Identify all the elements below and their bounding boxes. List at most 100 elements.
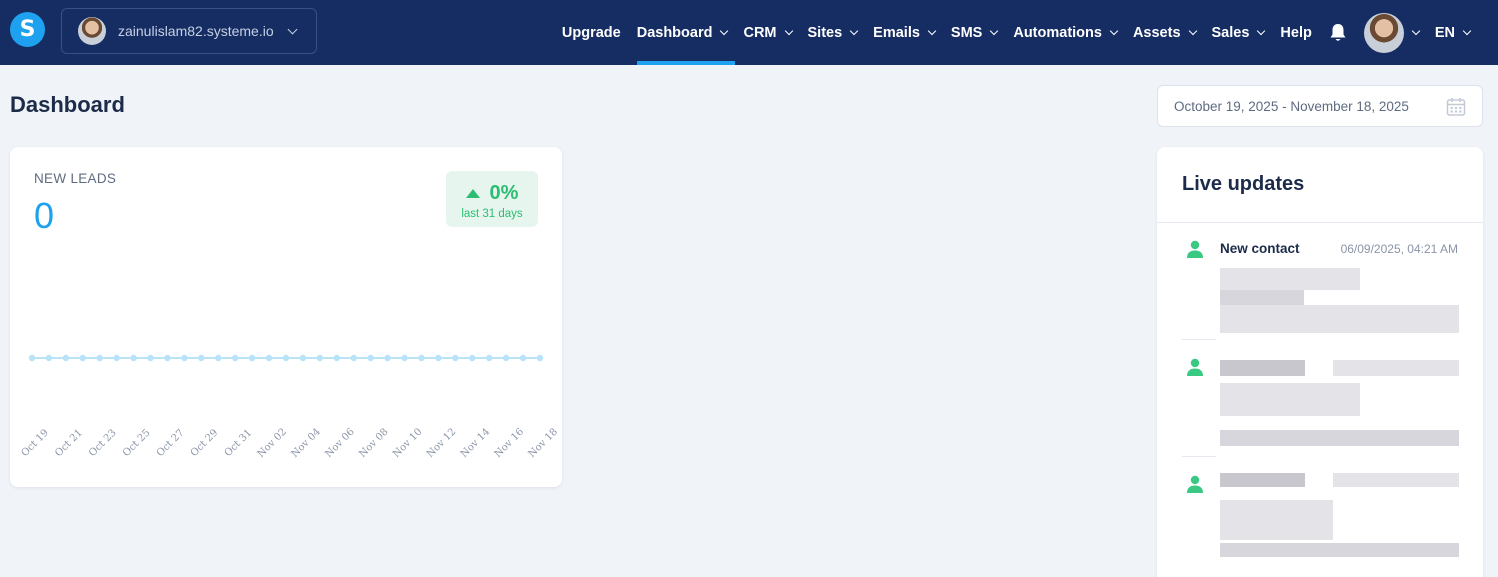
nav-sales-label: Sales — [1211, 24, 1250, 41]
data-point[interactable] — [486, 354, 493, 362]
redacted-text — [1220, 543, 1459, 557]
data-point[interactable] — [333, 354, 340, 362]
language-label: EN — [1434, 24, 1455, 41]
chevron-down-icon — [1462, 26, 1472, 35]
chevron-down-icon — [287, 24, 298, 35]
data-point[interactable] — [215, 354, 222, 362]
data-point[interactable] — [113, 354, 120, 362]
divider — [1182, 456, 1216, 457]
new-leads-chart: Oct 19 Oct 21 Oct 23 Oct 25 Oct 27 Oct 29 Oct … — [19, 354, 560, 460]
chevron-down-icon — [784, 26, 793, 35]
data-point[interactable] — [28, 354, 36, 362]
data-point[interactable] — [536, 354, 544, 362]
divider — [1157, 222, 1483, 223]
chevron-down-icon — [849, 26, 859, 35]
x-tick-label: Oct 19 — [19, 427, 51, 459]
data-point[interactable] — [45, 354, 53, 362]
chevron-down-icon — [1257, 26, 1266, 35]
chevron-down-icon — [1109, 26, 1119, 35]
data-point[interactable] — [384, 354, 391, 362]
nav-upgrade-label: Upgrade — [561, 24, 621, 41]
x-tick-label: Nov 04 — [289, 426, 322, 459]
data-point[interactable] — [519, 354, 527, 362]
data-point[interactable] — [502, 354, 510, 362]
nav-dashboard-label: Dashboard — [636, 24, 713, 41]
page-title: Dashboard — [10, 92, 125, 117]
redacted-text — [1220, 360, 1305, 376]
x-tick-label: Nov 14 — [459, 426, 492, 459]
x-tick-label: Nov 16 — [493, 426, 526, 459]
notifications-bell-icon[interactable] — [1320, 0, 1356, 65]
chevron-down-icon — [1411, 26, 1421, 35]
x-tick-label: Oct 23 — [87, 427, 119, 459]
redacted-text — [1333, 473, 1459, 487]
data-point[interactable] — [265, 354, 273, 362]
nav-emails[interactable]: Emails — [865, 0, 943, 65]
nav-upgrade[interactable]: Upgrade — [554, 0, 629, 65]
data-point[interactable] — [367, 354, 374, 362]
redacted-text — [1220, 305, 1459, 333]
new-leads-card: NEW LEADS 0 0% last 31 days Oct 19 Oct 21… — [10, 147, 562, 487]
update-time: 06/09/2025, 04:21 AM — [1340, 242, 1458, 256]
data-point[interactable] — [452, 354, 459, 362]
x-tick-label: Oct 25 — [121, 427, 153, 459]
data-point[interactable] — [401, 354, 408, 362]
nav-help[interactable]: Help — [1272, 0, 1319, 65]
redacted-text — [1220, 430, 1459, 446]
redacted-text — [1220, 383, 1360, 416]
data-point[interactable] — [198, 354, 205, 362]
data-point[interactable] — [62, 354, 70, 362]
user-icon — [1185, 357, 1205, 382]
data-point[interactable] — [299, 354, 307, 362]
nav-crm[interactable]: CRM — [735, 0, 799, 65]
language-selector[interactable]: EN — [1427, 0, 1498, 65]
data-point[interactable] — [282, 354, 290, 362]
x-tick-label: Nov 10 — [391, 426, 424, 459]
data-point[interactable] — [181, 354, 188, 362]
update-title: New contact — [1220, 241, 1300, 256]
nav-sales[interactable]: Sales — [1204, 0, 1273, 65]
user-avatar — [1363, 12, 1404, 53]
x-tick-label: Oct 31 — [223, 427, 255, 459]
live-updates-panel: Live updates New contact 06/09/2025, 04:… — [1157, 147, 1483, 577]
data-point[interactable] — [232, 354, 239, 362]
nav-sites[interactable]: Sites — [800, 0, 866, 65]
data-point[interactable] — [418, 354, 425, 362]
redacted-text — [1220, 268, 1360, 290]
data-point[interactable] — [130, 354, 137, 362]
x-tick-label: Nov 06 — [323, 426, 356, 459]
x-tick-label: Nov 02 — [256, 426, 289, 459]
nav-automations-label: Automations — [1013, 24, 1102, 41]
data-point[interactable] — [469, 354, 476, 362]
nav-emails-label: Emails — [873, 24, 920, 41]
data-point[interactable] — [350, 354, 357, 362]
x-tick-label: Oct 21 — [53, 427, 85, 459]
date-range-picker[interactable]: October 19, 2025 - November 18, 2025 — [1157, 85, 1483, 127]
nav-sms[interactable]: SMS — [943, 0, 1005, 65]
data-point[interactable] — [435, 354, 442, 362]
nav-assets-label: Assets — [1132, 24, 1181, 41]
redacted-text — [1220, 473, 1305, 487]
x-tick-label: Oct 27 — [155, 427, 187, 459]
systeme-logo[interactable]: S — [10, 12, 45, 47]
site-name: zainulislam82.systeme.io — [118, 23, 274, 39]
site-selector[interactable]: zainulislam82.systeme.io — [61, 8, 317, 54]
date-range-text: October 19, 2025 - November 18, 2025 — [1174, 98, 1409, 114]
user-menu[interactable] — [1356, 0, 1427, 65]
data-point[interactable] — [316, 354, 324, 362]
user-icon — [1185, 239, 1205, 264]
data-point[interactable] — [79, 354, 87, 362]
nav-assets[interactable]: Assets — [1125, 0, 1204, 65]
data-point[interactable] — [147, 354, 154, 362]
redacted-text — [1220, 290, 1304, 305]
data-point[interactable] — [164, 354, 171, 362]
data-point[interactable] — [248, 354, 256, 362]
chevron-down-icon — [927, 26, 937, 35]
nav-dashboard[interactable]: Dashboard — [629, 0, 736, 65]
x-tick-label: Nov 12 — [425, 426, 458, 459]
data-point[interactable] — [96, 354, 103, 362]
nav-automations[interactable]: Automations — [1005, 0, 1125, 65]
chevron-down-icon — [990, 26, 999, 35]
nav-crm-label: CRM — [743, 24, 777, 41]
x-tick-label: Nov 08 — [357, 426, 390, 459]
